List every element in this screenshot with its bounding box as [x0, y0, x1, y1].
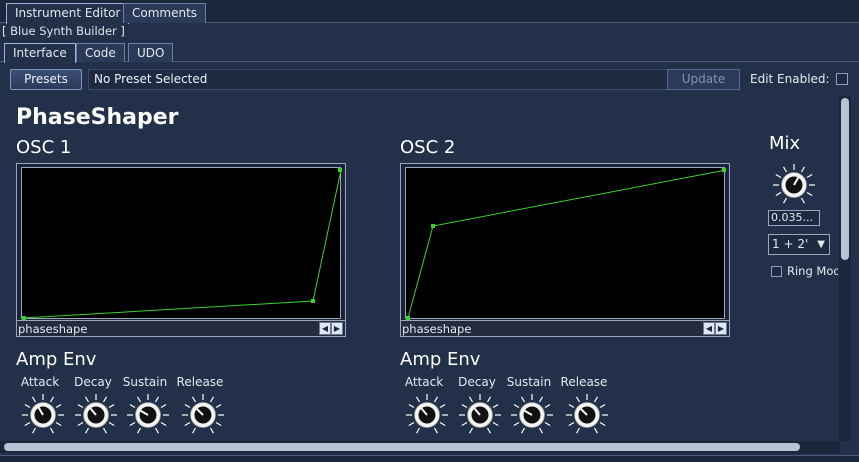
preset-name: No Preset Selected	[94, 72, 208, 86]
osc1-env-title: Amp Env	[16, 349, 97, 370]
osc2-point[interactable]	[722, 168, 726, 172]
edit-enabled-checkbox[interactable]	[836, 73, 848, 85]
mix-title: Mix	[769, 133, 801, 154]
osc1-release-knob[interactable]	[180, 392, 226, 438]
osc2-release-label: Release	[560, 375, 608, 389]
presets-button[interactable]: Presets	[10, 69, 82, 90]
osc1-sustain-label: Sustain	[122, 375, 168, 389]
mix-knob[interactable]	[771, 162, 817, 208]
osc1-decay-knob[interactable]	[73, 392, 119, 438]
chevron-down-icon: ▼	[817, 239, 825, 250]
osc1-decay-label: Decay	[74, 375, 112, 389]
mix-mode-select[interactable]: 1 + 2' ▼	[768, 234, 830, 255]
osc2-point[interactable]	[431, 224, 435, 228]
osc2-next-arrow-icon[interactable]: ▶	[715, 322, 727, 335]
osc1-point[interactable]	[311, 299, 315, 303]
breadcrumb: [ Blue Synth Builder ]	[2, 24, 125, 38]
osc1-curve	[22, 169, 342, 319]
instrument-interface-panel: PhaseShaper OSC 1 phaseshape ◀ ▶ Amp Env…	[3, 96, 838, 441]
osc2-attack-label: Attack	[404, 375, 444, 389]
osc2-sustain-label: Sustain	[506, 375, 552, 389]
tab-code[interactable]: Code	[76, 43, 125, 62]
osc2-curve	[407, 169, 727, 319]
vertical-scroll-thumb[interactable]	[841, 98, 849, 260]
bottom-edge	[0, 455, 859, 462]
osc1-phaseshape-graph[interactable]	[21, 167, 342, 320]
osc2-env-title: Amp Env	[400, 349, 481, 370]
osc2-release-knob[interactable]	[564, 392, 610, 438]
update-button[interactable]: Update	[667, 69, 740, 90]
ring-mod-checkbox[interactable]	[771, 266, 782, 277]
instrument-title: PhaseShaper	[16, 105, 179, 130]
osc1-attack-knob[interactable]	[20, 392, 66, 438]
osc1-title: OSC 1	[16, 137, 72, 158]
osc1-graph-label: phaseshape	[18, 322, 88, 336]
osc1-release-label: Release	[176, 375, 224, 389]
osc2-decay-label: Decay	[458, 375, 496, 389]
sub-tab-bar: Interface Code UDO	[0, 42, 859, 63]
osc1-point[interactable]	[338, 168, 342, 172]
osc1-sustain-knob[interactable]	[125, 392, 171, 438]
osc2-phaseshape-editor: phaseshape ◀ ▶	[400, 163, 730, 337]
osc2-phaseshape-graph[interactable]	[405, 167, 727, 320]
mix-value-field[interactable]: 0.035...	[768, 210, 820, 226]
osc2-prev-arrow-icon[interactable]: ◀	[703, 322, 715, 335]
osc2-decay-knob[interactable]	[457, 392, 503, 438]
osc2-graph-footer: phaseshape ◀ ▶	[401, 320, 729, 336]
osc2-title: OSC 2	[400, 137, 456, 158]
osc1-graph-footer: phaseshape ◀ ▶	[17, 320, 345, 336]
tab-interface[interactable]: Interface	[4, 43, 76, 63]
horizontal-scrollbar[interactable]	[0, 441, 840, 453]
tab-comments[interactable]: Comments	[123, 3, 207, 23]
mix-mode-value: 1 + 2'	[772, 237, 809, 251]
osc1-next-arrow-icon[interactable]: ▶	[331, 322, 343, 335]
osc2-sustain-knob[interactable]	[509, 392, 555, 438]
preset-bar: Presets No Preset Selected Update Edit E…	[0, 64, 859, 94]
osc1-attack-label: Attack	[20, 375, 60, 389]
osc2-attack-knob[interactable]	[404, 392, 450, 438]
osc1-phaseshape-editor: phaseshape ◀ ▶	[16, 163, 346, 337]
ring-mod-label: Ring Mod	[787, 264, 838, 278]
edit-enabled-label: Edit Enabled:	[750, 72, 830, 86]
vertical-scrollbar[interactable]	[839, 96, 851, 441]
editor-tab-bar: Instrument Editor Comments	[0, 0, 859, 24]
tab-udo[interactable]: UDO	[128, 43, 174, 62]
osc2-graph-label: phaseshape	[402, 322, 472, 336]
horizontal-scroll-thumb[interactable]	[4, 443, 800, 451]
osc1-prev-arrow-icon[interactable]: ◀	[319, 322, 331, 335]
tab-instrument-editor[interactable]: Instrument Editor	[6, 3, 130, 24]
